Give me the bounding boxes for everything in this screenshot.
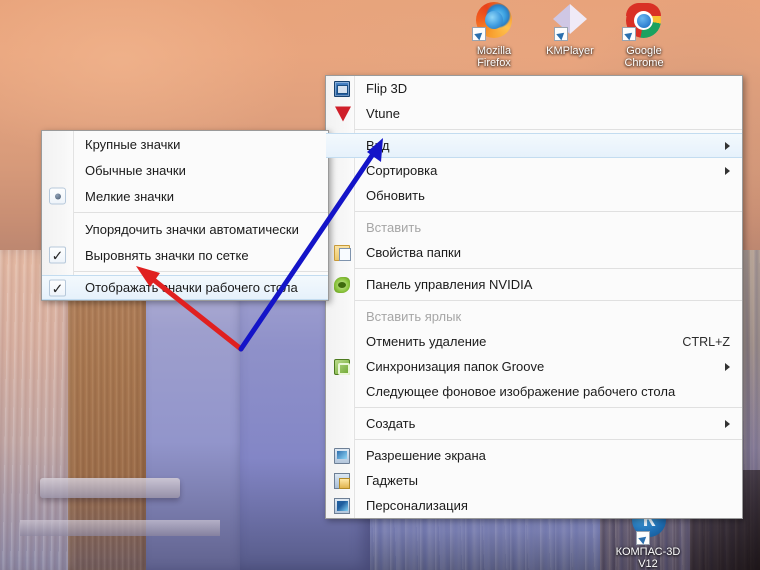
gadgets-icon — [334, 472, 350, 489]
personalization-icon — [334, 497, 350, 514]
vtune-icon — [335, 106, 351, 121]
menu-item-nvidia-control-panel[interactable]: Панель управления NVIDIA — [326, 272, 742, 297]
menu-item-personalization[interactable]: Персонализация — [326, 493, 742, 518]
menu-separator — [355, 439, 742, 440]
desktop-icon-mozilla-firefox[interactable]: Mozilla Firefox — [451, 2, 537, 69]
submenu-separator — [74, 212, 328, 213]
shortcut-overlay-icon — [636, 531, 650, 545]
screen-resolution-icon — [334, 447, 350, 464]
menu-item-label: Следующее фоновое изображение рабочего с… — [366, 384, 676, 399]
menu-item-label: Вставить ярлык — [366, 309, 462, 324]
menu-item-paste-shortcut: Вставить ярлык — [326, 304, 742, 329]
submenu-item-label: Обычные значки — [85, 162, 186, 178]
submenu-item-label: Упорядочить значки автоматически — [85, 221, 299, 237]
menu-item-label: Отменить удаление — [366, 334, 487, 349]
menu-separator — [355, 268, 742, 269]
menu-item-sozdat[interactable]: Создать — [326, 411, 742, 436]
menu-item-vstavit: Вставить — [326, 215, 742, 240]
desktop-icon-label: Google — [626, 45, 662, 57]
menu-item-label: Вставить — [366, 220, 422, 235]
menu-item-sortirovka[interactable]: Сортировка — [326, 158, 742, 183]
menu-item-undo-delete[interactable]: Отменить удаление CTRL+Z — [326, 329, 742, 354]
flip3d-icon — [334, 80, 350, 97]
menu-item-label: Вид — [366, 138, 390, 153]
menu-item-vid[interactable]: Вид — [326, 133, 742, 158]
menu-item-label: Сортировка — [366, 163, 438, 178]
menu-item-vtune[interactable]: Vtune — [326, 101, 742, 126]
submenu-item-large-icons[interactable]: Крупные значки — [42, 131, 328, 157]
shortcut-overlay-icon — [472, 27, 486, 41]
shortcut-overlay-icon — [622, 27, 636, 41]
menu-item-folder-properties[interactable]: Свойства папки — [326, 240, 742, 265]
menu-item-label: Разрешение экрана — [366, 448, 486, 463]
menu-separator — [355, 211, 742, 212]
view-submenu[interactable]: Крупные значки Обычные значки Мелкие зна… — [41, 130, 329, 301]
radio-selected-icon — [49, 187, 66, 205]
menu-item-label: Панель управления NVIDIA — [366, 277, 533, 292]
submenu-item-label: Мелкие значки — [85, 188, 174, 204]
menu-separator — [355, 407, 742, 408]
groove-icon — [334, 358, 350, 375]
menu-item-label: Свойства папки — [366, 245, 461, 260]
chevron-right-icon — [725, 166, 730, 175]
chrome-icon — [622, 2, 666, 42]
menu-item-label: Обновить — [366, 188, 425, 203]
menu-item-gadgets[interactable]: Гаджеты — [326, 468, 742, 493]
chevron-right-icon — [725, 141, 730, 150]
chevron-right-icon — [725, 362, 730, 371]
desktop-context-menu[interactable]: Flip 3D Vtune Вид Сортировка Обновить Вс… — [325, 75, 743, 519]
desktop-icon-google-chrome[interactable]: Google Chrome — [601, 2, 687, 69]
shortcut-overlay-icon — [554, 27, 568, 41]
menu-item-screen-resolution[interactable]: Разрешение экрана — [326, 443, 742, 468]
firefox-icon — [472, 2, 516, 42]
submenu-item-align-to-grid[interactable]: ✓ Выровнять значки по сетке — [42, 242, 328, 268]
submenu-item-label: Крупные значки — [85, 136, 181, 152]
submenu-item-label: Отображать значки рабочего стола — [85, 280, 298, 295]
chevron-right-icon — [725, 419, 730, 428]
submenu-item-small-icons[interactable]: Мелкие значки — [42, 183, 328, 209]
kmplayer-icon — [548, 2, 592, 42]
submenu-item-show-desktop-icons[interactable]: ✓ Отображать значки рабочего стола — [42, 275, 328, 300]
menu-item-label: Гаджеты — [366, 473, 418, 488]
desktop-icon-label-2: Firefox — [477, 57, 511, 69]
menu-separator — [355, 129, 742, 130]
submenu-item-auto-arrange[interactable]: Упорядочить значки автоматически — [42, 216, 328, 242]
desktop-screen: Mozilla Firefox KMPlayer Google Chrome К… — [0, 0, 760, 570]
menu-item-label: Создать — [366, 416, 416, 431]
desktop-icon-label-2: Chrome — [624, 57, 664, 69]
checkmark-icon: ✓ — [49, 246, 66, 264]
menu-item-label: Персонализация — [366, 498, 468, 513]
desktop-icon-label: КОМПАС-3D — [615, 546, 681, 558]
menu-item-label: Синхронизация папок Groove — [366, 359, 545, 374]
folder-properties-icon — [334, 244, 351, 261]
menu-item-obnovit[interactable]: Обновить — [326, 183, 742, 208]
submenu-item-medium-icons[interactable]: Обычные значки — [42, 157, 328, 183]
menu-item-groove-sync[interactable]: Синхронизация папок Groove — [326, 354, 742, 379]
menu-item-next-desktop-background[interactable]: Следующее фоновое изображение рабочего с… — [326, 379, 742, 404]
submenu-item-label: Выровнять значки по сетке — [85, 247, 249, 263]
menu-separator — [355, 300, 742, 301]
menu-item-flip-3d[interactable]: Flip 3D — [326, 76, 742, 101]
submenu-separator — [74, 271, 328, 272]
desktop-icon-label-2: V12 — [638, 558, 658, 570]
checkmark-icon: ✓ — [49, 279, 66, 296]
desktop-icon-label: Mozilla — [476, 45, 512, 57]
menu-item-label: Flip 3D — [366, 81, 408, 96]
menu-item-shortcut: CTRL+Z — [682, 334, 730, 349]
menu-item-label: Vtune — [366, 106, 400, 121]
nvidia-icon — [334, 276, 350, 293]
